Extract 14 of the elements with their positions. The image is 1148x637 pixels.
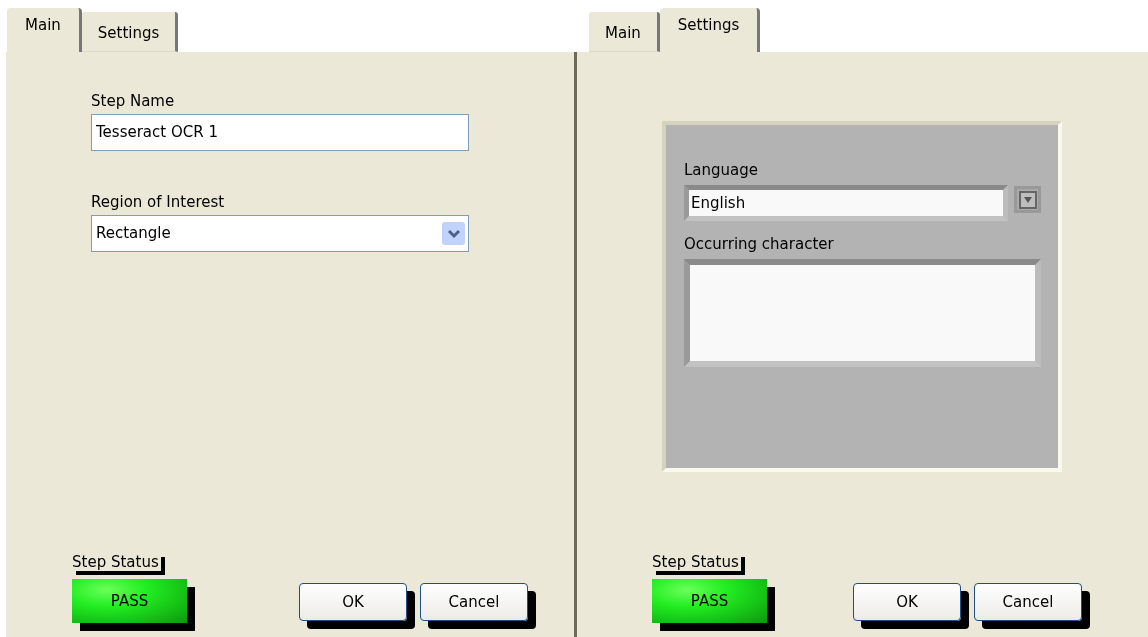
tab[interactable]: Settings: [659, 8, 761, 52]
chevron-down-icon[interactable]: [442, 222, 465, 245]
dropdown-value: Rectangle: [96, 223, 171, 245]
text-field[interactable]: Tesseract OCR 1: [91, 114, 469, 151]
tab[interactable]: Main: [7, 8, 82, 52]
field-label: Region of Interest: [91, 193, 226, 211]
tab[interactable]: Main: [589, 12, 660, 52]
tab[interactable]: Settings: [81, 12, 179, 52]
dropdown-field[interactable]: Rectangle: [91, 215, 469, 252]
field-label: Step Name: [91, 92, 176, 110]
text-area[interactable]: [684, 259, 1041, 367]
combo-field[interactable]: English: [684, 185, 1008, 221]
field-label: Language: [684, 161, 760, 179]
field-label: Occurring character: [684, 235, 835, 253]
